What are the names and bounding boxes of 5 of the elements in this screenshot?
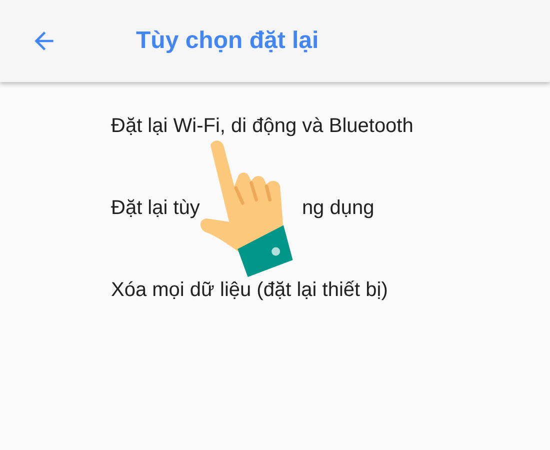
option-label[interactable]: Đặt lại Wi-Fi, di động và Bluetooth: [111, 114, 414, 138]
option-label[interactable]: ng dụng: [302, 196, 374, 220]
option-label[interactable]: Đặt lại tùy: [111, 196, 200, 220]
screen-title: Tùy chọn đặt lại: [136, 27, 319, 55]
option-label[interactable]: Xóa mọi dữ liệu (đặt lại thiết bị): [111, 278, 388, 302]
